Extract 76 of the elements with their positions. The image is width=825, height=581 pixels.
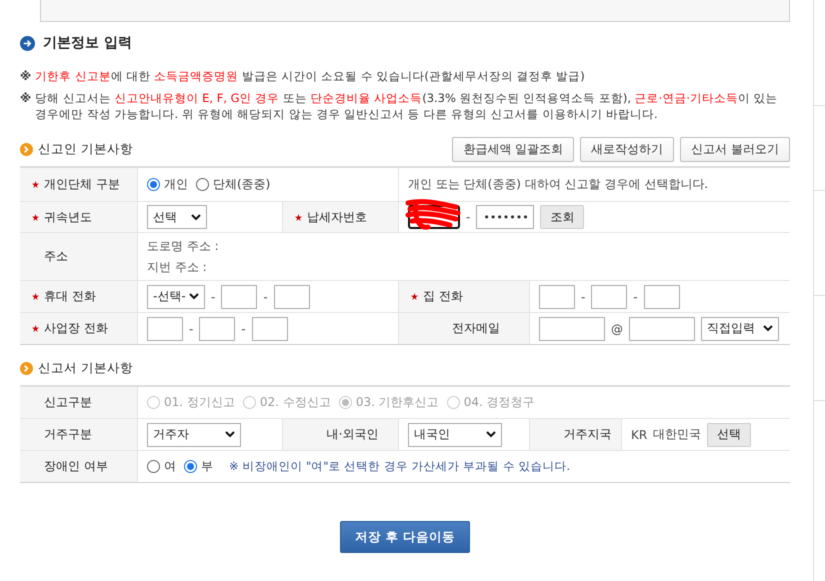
chevron-circle-icon bbox=[20, 142, 33, 156]
select-field[interactable]: 선택 bbox=[147, 205, 207, 229]
section-title: 신고인 기본사항 bbox=[38, 140, 133, 158]
redaction-scribble bbox=[406, 199, 460, 231]
input-field[interactable] bbox=[539, 284, 575, 308]
input-field[interactable] bbox=[644, 284, 680, 308]
field-label: 귀속년도 bbox=[44, 208, 92, 226]
hint-text: 개인 또는 단체(종중) 대하여 신고할 경우에 선택합니다. bbox=[408, 176, 708, 193]
separator-text: - bbox=[466, 210, 470, 224]
field-label: 집 전화 bbox=[423, 288, 463, 305]
input-field[interactable] bbox=[147, 316, 183, 340]
notice-text: 기한후 신고분에 대한 소득금액증명원 발급은 시간이 소요될 수 있습니다(관할세무서장의 결정후 발급) bbox=[35, 68, 585, 84]
input-field[interactable] bbox=[274, 284, 310, 308]
field-label: 주소 bbox=[44, 248, 68, 265]
required-star-icon bbox=[32, 325, 39, 332]
input-field[interactable] bbox=[252, 316, 288, 340]
required-star-icon bbox=[32, 293, 39, 300]
save-next-button[interactable]: 저장 후 다음이동 bbox=[340, 521, 470, 553]
separator-text: - bbox=[263, 290, 268, 304]
action-button[interactable]: 새로작성하기 bbox=[580, 136, 674, 162]
chevron-circle-icon bbox=[20, 362, 33, 374]
input-field[interactable] bbox=[629, 316, 695, 340]
field-label: 장애인 여부 bbox=[44, 458, 108, 475]
required-star-icon bbox=[411, 293, 418, 300]
input-field[interactable] bbox=[408, 205, 460, 229]
page-title: 기본정보 입력 bbox=[43, 34, 132, 52]
action-button[interactable]: 환급세액 일괄조회 bbox=[452, 136, 574, 162]
caret-icon bbox=[225, 431, 235, 438]
field-label: 거주구분 bbox=[44, 426, 92, 443]
input-field[interactable] bbox=[199, 316, 236, 340]
cell-text: 대한민국 bbox=[653, 426, 702, 443]
field-label: 개인단체 구분 bbox=[44, 176, 120, 193]
field-label: 휴대 전화 bbox=[44, 288, 96, 305]
reference-mark: ※ bbox=[20, 90, 32, 107]
caret-icon bbox=[486, 431, 496, 438]
input-field[interactable]: ••••••• bbox=[476, 205, 534, 229]
field-label: 전자메일 bbox=[452, 320, 500, 337]
select-field[interactable]: 직접입력 bbox=[701, 316, 779, 340]
separator-text: - bbox=[633, 290, 638, 304]
separator-text: - bbox=[211, 290, 216, 304]
cell-text: KR bbox=[631, 428, 648, 442]
address-text: 도로명 주소 : bbox=[147, 238, 219, 254]
field-label: 사업장 전화 bbox=[44, 320, 108, 337]
address-text: 지번 주소 : bbox=[147, 258, 207, 276]
required-star-icon bbox=[32, 181, 39, 188]
caret-icon bbox=[763, 325, 773, 332]
reference-mark: ※ bbox=[20, 68, 32, 84]
lookup-button[interactable]: 조회 bbox=[540, 205, 584, 229]
field-label: 내·외국인 bbox=[326, 426, 378, 443]
separator-text: - bbox=[241, 322, 246, 336]
radio-option[interactable]: 여 bbox=[147, 458, 176, 475]
section-title: 신고서 기본사항 bbox=[38, 360, 133, 376]
select-field[interactable]: 내국인 bbox=[408, 422, 502, 446]
notice-text: 당해 신고서는 신고안내유형이 E, F, G인 경우 또는 단순경비율 사업소득(3.3% 원천징수된 인적용역소득 포함), 근로·연금·기타소득이 있는 경우에만 작성 가능합니다. 위 유형에 해당되지 않는 경우 일반신고서 등 다른 유형의 신고서를 이용하시기 바랍니다. bbox=[35, 90, 779, 122]
select-field[interactable]: -선택- bbox=[147, 284, 205, 308]
field-label: 신고구분 bbox=[44, 394, 92, 411]
action-button[interactable]: 신고서 불러오기 bbox=[680, 136, 790, 162]
separator-text: @ bbox=[611, 322, 623, 336]
lookup-button[interactable]: 선택 bbox=[707, 422, 752, 446]
warning-note: ※ 비장애인이 "여"로 선택한 경우 가산세가 부과될 수 있습니다. bbox=[229, 459, 570, 474]
input-field[interactable] bbox=[539, 316, 605, 340]
input-field[interactable] bbox=[221, 284, 258, 308]
field-label: 납세자번호 bbox=[307, 208, 367, 226]
arrow-circle-icon bbox=[20, 36, 35, 50]
select-field[interactable]: 거주자 bbox=[147, 422, 241, 446]
input-field[interactable] bbox=[591, 284, 628, 308]
field-label: 거주지국 bbox=[564, 426, 612, 443]
radio-option[interactable]: 부 bbox=[184, 458, 213, 475]
caret-icon bbox=[191, 214, 201, 220]
required-star-icon bbox=[295, 214, 302, 220]
separator-text: - bbox=[189, 322, 194, 336]
separator-text: - bbox=[581, 290, 586, 304]
caret-icon bbox=[189, 293, 199, 300]
radio-option[interactable]: 개인 bbox=[147, 176, 188, 193]
required-star-icon bbox=[32, 214, 39, 220]
radio-option[interactable]: 단체(종중) bbox=[196, 176, 270, 193]
